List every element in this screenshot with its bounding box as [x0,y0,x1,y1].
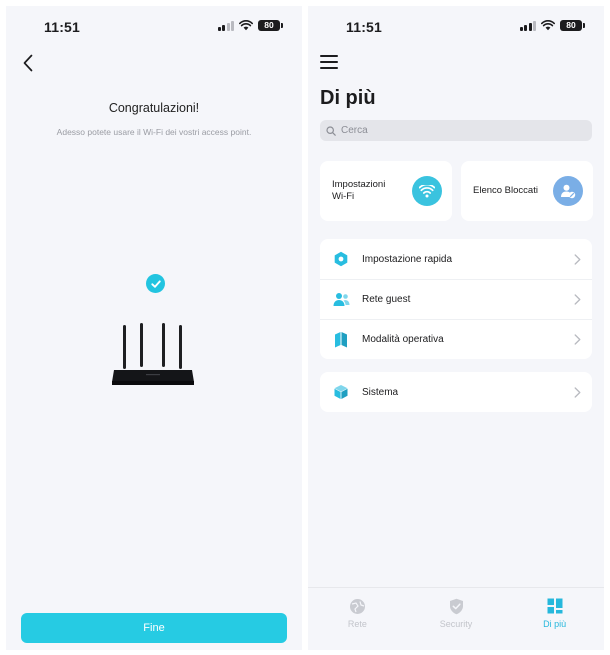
settings-list: Impostazione rapida Rete guest Modalità … [320,239,592,359]
wifi-icon [412,176,442,206]
hamburger-line [320,61,338,63]
search-icon [326,125,336,136]
card-label: Elenco Bloccati [473,185,538,196]
check-circle-icon [146,274,165,293]
chevron-right-icon [570,385,584,399]
blocked-user-icon [553,176,583,206]
chevron-right-icon [570,332,584,346]
chevron-right-icon [570,292,584,306]
search-placeholder: Cerca [341,125,368,136]
list-item-label: Impostazione rapida [362,253,453,265]
tab-rete[interactable]: Rete [308,588,407,650]
list-item-operation-mode[interactable]: Modalità operativa [320,319,592,359]
done-button[interactable]: Fine [21,613,287,643]
cellular-signal-icon [217,20,234,31]
hamburger-menu-button[interactable] [320,55,338,69]
chevron-left-icon [23,54,33,72]
back-button[interactable] [18,52,38,74]
bottom-tab-bar: Rete Security Di più [308,587,604,650]
tab-label: Di più [543,619,567,629]
quick-setup-icon [332,250,350,268]
status-time: 11:51 [346,19,383,35]
system-cube-icon [332,383,350,401]
tab-label: Security [439,619,473,629]
tab-label: Rete [347,619,367,629]
card-label: Impostazioni Wi-Fi [332,179,386,202]
list-item-system[interactable]: Sistema [320,372,592,412]
list-item-label: Sistema [362,386,399,398]
list-item-quick-setup[interactable]: Impostazione rapida [320,239,592,279]
system-list: Sistema [320,372,592,412]
tab-di-piu[interactable]: Di più [505,588,604,650]
router-image [112,323,194,385]
chevron-right-icon [570,252,584,266]
cellular-signal-icon [519,20,536,31]
page-title: Di più [320,87,376,109]
search-input[interactable]: Cerca [320,120,592,141]
guest-network-icon [332,290,350,308]
shield-icon [447,597,465,615]
tab-security[interactable]: Security [407,588,506,650]
list-item-label: Rete guest [362,293,411,305]
page-subtitle: Adesso potete usare il Wi-Fi dei vostri … [56,127,252,137]
blocked-list-card[interactable]: Elenco Bloccati [461,161,593,221]
hamburger-line [320,67,338,69]
battery-icon: 80 [560,20,585,31]
status-time: 11:51 [44,19,81,35]
list-item-label: Modalità operativa [362,333,444,345]
page-title: Congratulazioni! [108,101,200,115]
operation-mode-icon [332,330,350,348]
grid-icon [546,597,564,615]
wifi-settings-card[interactable]: Impostazioni Wi-Fi [320,161,452,221]
network-globe-icon [348,597,366,615]
success-screen: 11:51 80 Congratulazioni! Adesso potete … [6,6,302,650]
status-bar: 11:51 80 [6,6,302,46]
status-bar: 11:51 80 [308,6,604,46]
wifi-status-icon [541,20,555,31]
wifi-status-icon [239,20,253,31]
list-item-guest-network[interactable]: Rete guest [320,279,592,319]
more-screen: 11:51 80 Di più Cerca Impostazioni Wi-Fi [308,6,604,650]
hamburger-line [320,55,338,57]
battery-icon: 80 [258,20,283,31]
